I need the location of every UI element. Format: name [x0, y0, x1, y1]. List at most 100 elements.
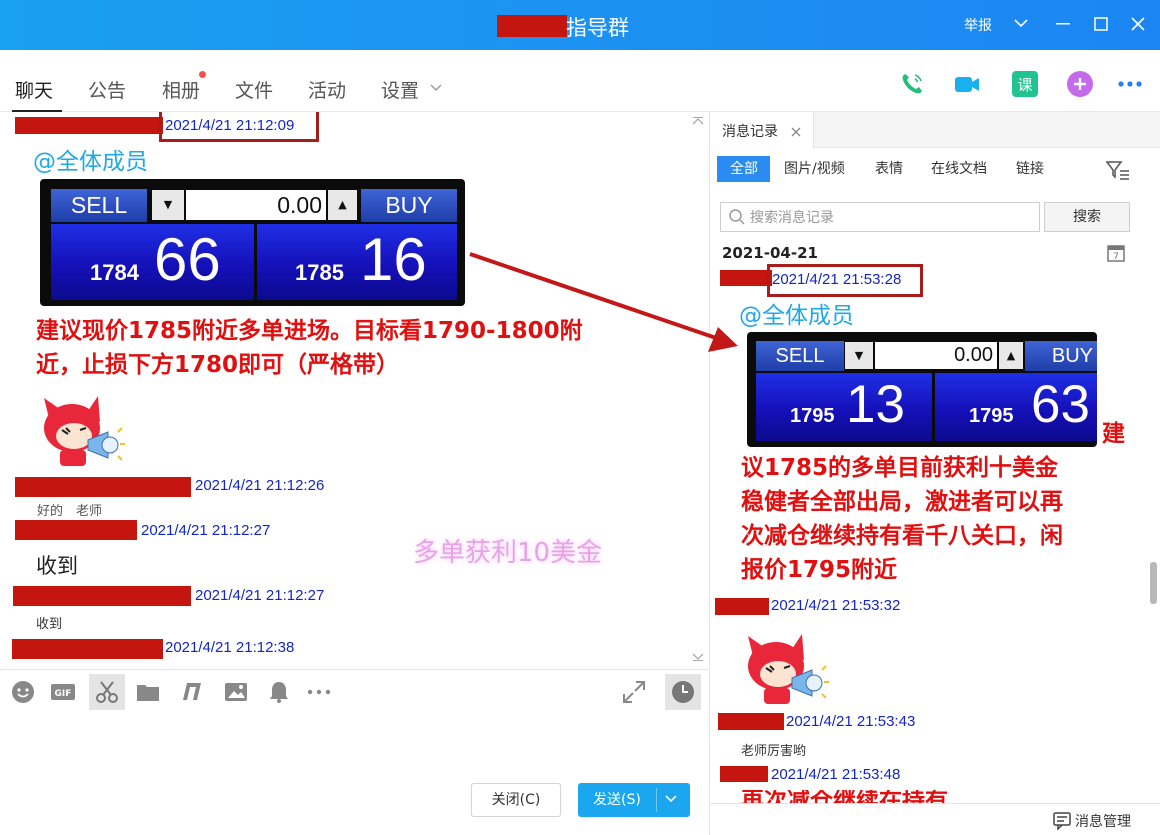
redacted-group-name: [497, 15, 567, 37]
tab-announcement[interactable]: 公告: [88, 76, 126, 103]
message-text: 再次减仓继续在持有: [741, 790, 948, 804]
history-scrollbar[interactable]: [1150, 562, 1157, 604]
sell-price-pips: 13: [846, 375, 905, 434]
buy-price-prefix: 1795: [969, 405, 1014, 427]
send-options-chevron-icon[interactable]: [664, 794, 678, 804]
filter-icon[interactable]: [1105, 159, 1131, 181]
quantity-field: 0.00: [186, 190, 326, 220]
scissors-icon[interactable]: [94, 679, 120, 705]
chevron-down-icon[interactable]: [430, 83, 442, 93]
calendar-icon[interactable]: 7: [1106, 243, 1126, 263]
trade-widget: SELL ▼ 0.00 ▲ BUY 1784 66 1785 16: [40, 179, 465, 306]
send-divider: [656, 788, 657, 812]
redacted-sender: [718, 713, 784, 730]
message-manage-label[interactable]: 消息管理: [1075, 811, 1131, 831]
redacted-sender: [715, 598, 769, 615]
video-call-icon[interactable]: [953, 70, 981, 98]
search-placeholder: 搜索消息记录: [750, 210, 834, 226]
course-icon[interactable]: 课: [1011, 70, 1039, 98]
redacted-sender: [15, 520, 137, 540]
fox-sticker-image: [748, 634, 829, 704]
sell-button: SELL: [51, 189, 147, 222]
expand-icon[interactable]: [621, 679, 647, 705]
signal-text-line-3: 稳健者全部出局，激进者可以再: [741, 489, 1063, 515]
message-timestamp: 2021/4/21 21:12:27: [195, 587, 325, 604]
tab-activities[interactable]: 活动: [308, 76, 346, 103]
minimize-icon[interactable]: [1055, 22, 1071, 26]
chevron-down-icon[interactable]: [1013, 17, 1029, 29]
sell-button: SELL: [756, 341, 844, 371]
trade-widget: SELL ▼ 0.00 ▲ BUY 1795 13 1795 63: [747, 332, 1097, 447]
watermark-text: 多单获利10美金: [413, 538, 603, 568]
bell-icon[interactable]: [266, 679, 292, 705]
window-title: 指导群: [566, 16, 629, 40]
filter-links[interactable]: 链接: [1016, 158, 1044, 178]
close-icon[interactable]: [1129, 15, 1147, 33]
buy-price-pips: 63: [1031, 375, 1090, 434]
message-timestamp: 2021/4/21 21:53:28: [772, 271, 902, 288]
tab-settings[interactable]: 设置: [381, 76, 419, 103]
scroll-down-icon[interactable]: [692, 652, 704, 662]
decrement-arrow-icon: ▼: [152, 190, 184, 220]
redacted-sender: [15, 477, 191, 497]
tab-bar: 聊天 公告 相册 文件 活动 设置 课: [0, 50, 1160, 112]
more-tools-icon[interactable]: [306, 679, 332, 705]
filter-all[interactable]: 全部: [730, 158, 758, 178]
image-icon[interactable]: [223, 679, 249, 705]
message-timestamp: 2021/4/21 21:12:38: [165, 639, 295, 656]
add-app-icon[interactable]: [1066, 70, 1094, 98]
redacted-sender: [720, 270, 772, 286]
cut-off-message: 再次减仓继续在持有: [741, 790, 1141, 804]
redacted-sender: [15, 117, 163, 134]
redacted-sender: [12, 639, 163, 659]
fox-sticker-image: [44, 396, 125, 466]
more-icon[interactable]: [1116, 70, 1144, 98]
close-tab-icon[interactable]: [791, 127, 801, 137]
message-timestamp: 2021/4/21 21:12:26: [195, 477, 325, 494]
scroll-up-icon[interactable]: [692, 116, 704, 126]
composer-toolbar: GIF: [0, 669, 708, 717]
maximize-icon[interactable]: [1093, 16, 1109, 32]
filter-docs[interactable]: 在线文档: [931, 158, 987, 178]
gif-icon[interactable]: GIF: [50, 679, 76, 705]
emoji-icon[interactable]: [10, 679, 36, 705]
report-link[interactable]: 举报: [964, 15, 992, 35]
message-text: 老师厉害哟: [741, 744, 807, 759]
phone-icon[interactable]: [898, 70, 926, 98]
sell-price-panel: 1784 66: [51, 224, 254, 300]
signal-text-line-4: 次减仓继续持有看千八关口，闲: [741, 523, 1063, 549]
buy-button: BUY: [361, 189, 457, 222]
buy-price-panel: 1785 16: [257, 224, 457, 300]
unread-dot: [199, 71, 206, 78]
message-text: 好的 老师: [37, 504, 103, 519]
message-timestamp: 2021/4/21 21:53:32: [771, 597, 901, 614]
title-bar: 指导群 举报: [0, 0, 1160, 50]
search-button[interactable]: 搜索: [1044, 202, 1130, 232]
message-manage-icon[interactable]: [1052, 810, 1072, 830]
folder-icon[interactable]: [135, 679, 161, 705]
mention-all[interactable]: @全体成员: [33, 142, 148, 176]
quantity-field: 0.00: [875, 342, 997, 369]
signal-text-line-2: 近，止损下方1780即可（严格带）: [36, 352, 400, 378]
tab-chat[interactable]: 聊天: [15, 76, 53, 103]
svg-text:课: 课: [1017, 76, 1032, 94]
filter-stickers[interactable]: 表情: [875, 158, 903, 178]
buy-price-prefix: 1785: [295, 260, 344, 285]
buy-price-pips: 16: [360, 226, 427, 293]
mention-all[interactable]: @全体成员: [739, 296, 854, 330]
increment-arrow-icon: ▲: [328, 190, 357, 220]
filter-media[interactable]: 图片/视频: [784, 158, 845, 178]
signal-text-line-1: 建: [1102, 421, 1125, 447]
music-icon[interactable]: [179, 679, 205, 705]
message-timestamp: 2021/4/21 21:53:48: [771, 766, 901, 783]
redacted-sender: [720, 766, 768, 782]
chat-pane[interactable]: 2021/4/21 21:12:09 @全体成员 SELL ▼ 0.00 ▲ B…: [0, 112, 708, 669]
message-timestamp: 2021/4/21 21:12:09: [165, 117, 295, 134]
clock-icon[interactable]: [670, 679, 696, 705]
tab-album[interactable]: 相册: [162, 76, 200, 103]
send-label: 发送(S): [593, 792, 641, 808]
decrement-arrow-icon: ▼: [845, 342, 873, 369]
close-button[interactable]: 关闭(C): [471, 783, 561, 817]
sell-price-panel: 1795 13: [756, 373, 932, 441]
tab-files[interactable]: 文件: [235, 76, 273, 103]
